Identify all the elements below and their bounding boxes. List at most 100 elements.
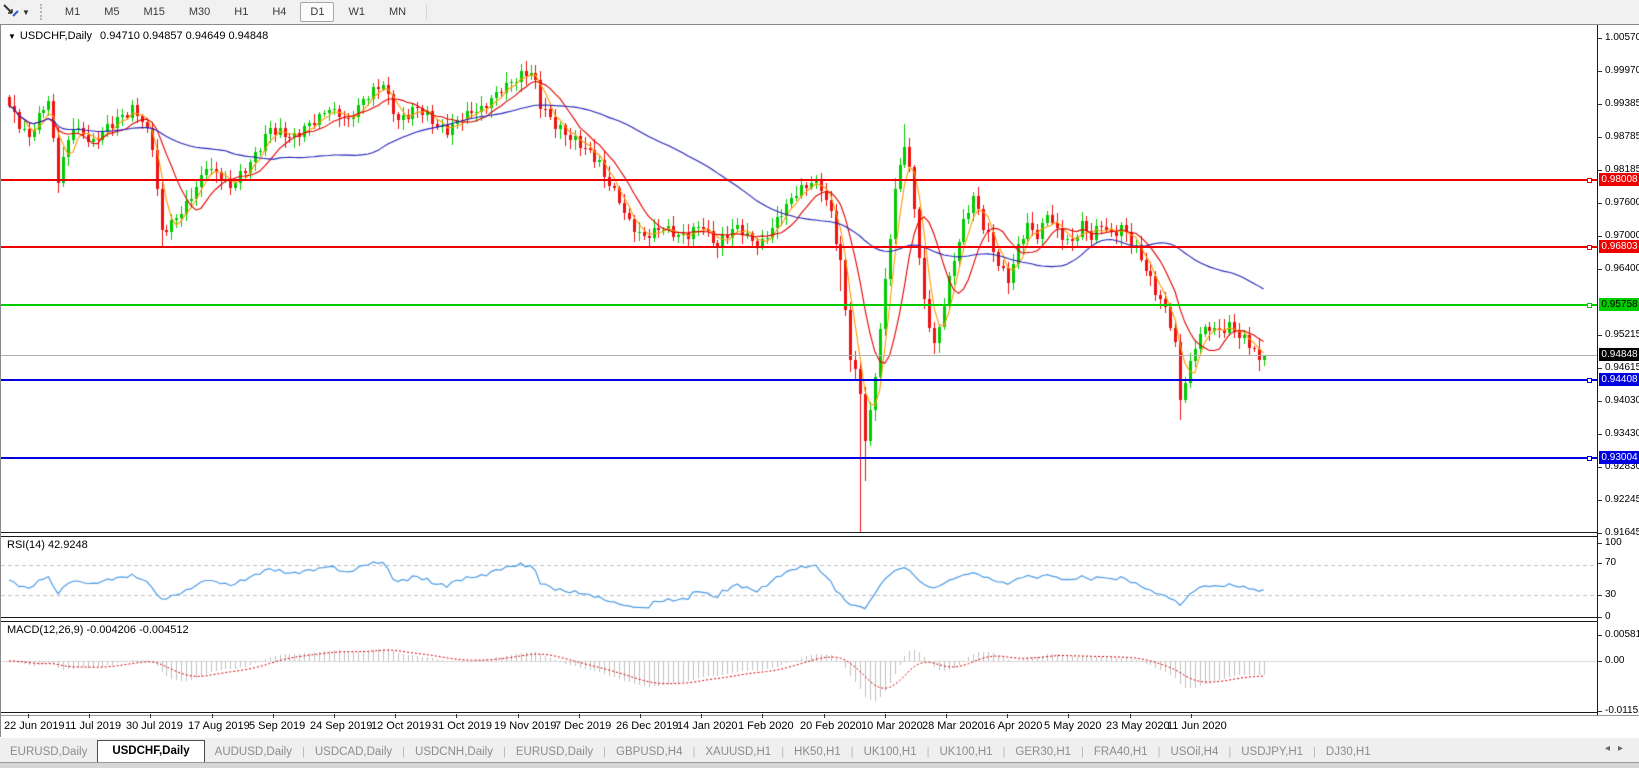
- date-axis-tick: [1068, 714, 1069, 718]
- date-axis-label: 26 Dec 2019: [616, 720, 679, 732]
- panel-separator-line[interactable]: [1, 532, 1598, 533]
- price-axis-tick: [1598, 170, 1602, 171]
- date-axis-tick: [395, 714, 396, 718]
- toolbar-dropdown-arrow[interactable]: ▼: [22, 8, 30, 17]
- price-axis-label: 0.92245: [1605, 494, 1639, 505]
- tab-scroll-arrows[interactable]: ◂▸: [1605, 743, 1631, 754]
- date-axis-label: 22 Jun 2019: [4, 720, 65, 732]
- price-line-0.96803[interactable]: [1, 246, 1597, 248]
- timeframe-button-m15[interactable]: M15: [133, 2, 174, 22]
- macd-axis-tick: [1598, 661, 1602, 662]
- date-axis-label: 7 Dec 2019: [555, 720, 612, 732]
- price-line-value-badge: 0.94408: [1599, 373, 1639, 386]
- price-line-0.95758[interactable]: [1, 304, 1597, 306]
- chart-tab-dj30-h1[interactable]: DJ30,H1: [1316, 742, 1381, 763]
- date-axis-label: 12 Oct 2019: [371, 720, 431, 732]
- price-axis-label: 0.95215: [1605, 329, 1639, 340]
- macd-label: MACD(12,26,9) -0.004206 -0.004512: [7, 624, 189, 636]
- panel-separator-line[interactable]: [1, 617, 1598, 618]
- timeframe-button-h4[interactable]: H4: [262, 2, 296, 22]
- timeframe-button-m5[interactable]: M5: [94, 2, 129, 22]
- price-line-handle[interactable]: [1587, 303, 1592, 308]
- price-axis-tick: [1598, 434, 1602, 435]
- date-axis-label: 28 Mar 2020: [922, 720, 984, 732]
- chart-tab-uk100-h1[interactable]: UK100,H1: [854, 742, 927, 763]
- price-line-0.93004[interactable]: [1, 457, 1597, 459]
- chart-tab-uk100-h1[interactable]: UK100,H1: [930, 742, 1003, 763]
- status-bar: [0, 762, 1639, 768]
- chart-tab-usoil-h4[interactable]: USOil,H4: [1160, 742, 1228, 763]
- timeframe-button-mn[interactable]: MN: [379, 2, 416, 22]
- chart-tab-fra40-h1[interactable]: FRA40,H1: [1084, 742, 1158, 763]
- tab-scroll-left-icon[interactable]: ◂: [1605, 743, 1618, 754]
- price-axis-label: 0.94615: [1605, 362, 1639, 373]
- current-price-badge: 0.94848: [1599, 348, 1639, 361]
- price-line-0.94408[interactable]: [1, 379, 1597, 381]
- panel-separator-line[interactable]: [1, 621, 1598, 622]
- price-line-handle[interactable]: [1587, 245, 1592, 250]
- date-axis-tick: [1130, 714, 1131, 718]
- cursor-tool-icon[interactable]: [2, 3, 20, 21]
- chart-symbol-label: USDCHF,Daily: [19, 30, 93, 42]
- price-axis-label: 0.94030: [1605, 395, 1639, 406]
- date-axis-label: 30 Jul 2019: [126, 720, 183, 732]
- chart-tab-xauusd-h1[interactable]: XAUUSD,H1: [695, 742, 781, 763]
- date-axis-tick: [885, 714, 886, 718]
- price-axis-tick: [1598, 335, 1602, 336]
- rsi-axis-tick: [1598, 543, 1602, 544]
- chart-tab-gbpusd-h4[interactable]: GBPUSD,H4: [606, 742, 692, 763]
- price-line-0.98008[interactable]: [1, 179, 1597, 181]
- chart-tab-usdcnh-daily[interactable]: USDCNH,Daily: [405, 742, 503, 763]
- chart-tab-eurusd-daily[interactable]: EURUSD,Daily: [0, 742, 97, 763]
- date-axis-label: 23 May 2020: [1106, 720, 1170, 732]
- price-axis-label: 1.00570: [1605, 32, 1639, 43]
- tab-scroll-right-icon[interactable]: ▸: [1618, 743, 1631, 754]
- timeframe-button-m30[interactable]: M30: [179, 2, 220, 22]
- rsi-axis-label: 30: [1605, 589, 1617, 600]
- chart-tab-usdcad-daily[interactable]: USDCAD,Daily: [305, 742, 402, 763]
- date-axis-tick: [640, 714, 641, 718]
- rsi-indicator-chart[interactable]: [1, 537, 1597, 618]
- date-axis-tick: [1007, 714, 1008, 718]
- price-line-value-badge: 0.98008: [1599, 173, 1639, 186]
- price-axis-label: 0.99385: [1605, 98, 1639, 109]
- price-axis-label: 0.99970: [1605, 65, 1639, 76]
- date-axis-tick: [579, 714, 580, 718]
- date-axis-tick: [28, 714, 29, 718]
- timeframe-button-w1[interactable]: W1: [338, 2, 375, 22]
- macd-axis-tick: [1598, 711, 1602, 712]
- price-axis-label: 0.98785: [1605, 131, 1639, 142]
- timeframe-button-d1[interactable]: D1: [300, 2, 335, 22]
- date-axis-label: 5 May 2020: [1044, 720, 1102, 732]
- chart-tab-ger30-h1[interactable]: GER30,H1: [1005, 742, 1081, 763]
- macd-indicator-chart[interactable]: [1, 622, 1597, 712]
- timeframe-buttons: M1 M5 M15 M30 H1 H4 D1 W1 MN: [53, 2, 418, 22]
- price-line-handle[interactable]: [1587, 378, 1592, 383]
- date-axis-tick: [518, 714, 519, 718]
- price-line-value-badge: 0.95758: [1599, 298, 1639, 311]
- chart-tab-eurusd-daily[interactable]: EURUSD,Daily: [506, 742, 603, 763]
- chart-tab-audusd-daily[interactable]: AUDUSD,Daily: [205, 742, 302, 763]
- mt4-window: ▼ M1 M5 M15 M30 H1 H4 D1 W1 MN ▼ USDCHF,Daily 0.94…: [0, 0, 1639, 768]
- date-axis-label: 17 Aug 2019: [188, 720, 250, 732]
- price-line-value-badge: 0.96803: [1599, 240, 1639, 253]
- price-line-handle[interactable]: [1587, 456, 1592, 461]
- rsi-axis-tick: [1598, 617, 1602, 618]
- panel-separator-line[interactable]: [1, 712, 1598, 713]
- date-axis-tick: [89, 714, 90, 718]
- timeframe-button-h1[interactable]: H1: [224, 2, 258, 22]
- panel-separator-line[interactable]: [1, 536, 1598, 537]
- date-axis-label: 20 Feb 2020: [800, 720, 862, 732]
- timeframe-toolbar: ▼ M1 M5 M15 M30 H1 H4 D1 W1 MN: [0, 0, 1639, 25]
- symbol-dropdown-icon[interactable]: ▼: [8, 32, 16, 41]
- macd-axis-label: 0.005818: [1605, 629, 1639, 640]
- timeframe-button-m1[interactable]: M1: [55, 2, 90, 22]
- date-axis-label: 10 Mar 2020: [861, 720, 923, 732]
- rsi-axis-label: 100: [1605, 537, 1622, 548]
- chart-tab-usdjpy-h1[interactable]: USDJPY,H1: [1231, 742, 1313, 763]
- chart-tab-hk50-h1[interactable]: HK50,H1: [784, 742, 851, 763]
- date-axis-label: 5 Sep 2019: [249, 720, 306, 732]
- chart-tab-usdchf-daily[interactable]: USDCHF,Daily: [97, 740, 205, 763]
- price-line-handle[interactable]: [1587, 178, 1592, 183]
- price-axis-tick: [1598, 269, 1602, 270]
